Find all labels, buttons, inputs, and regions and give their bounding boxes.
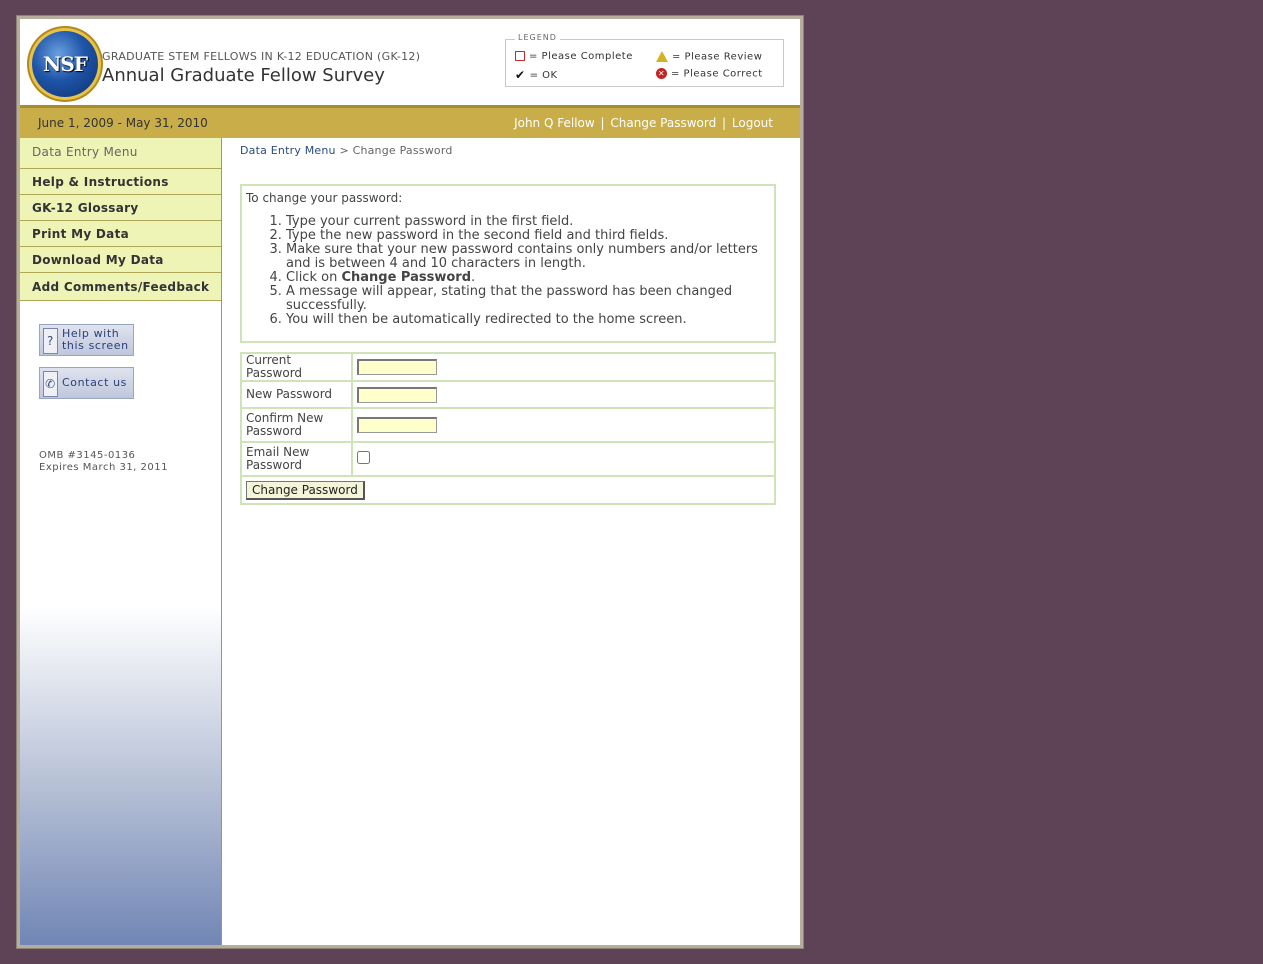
breadcrumb: Data Entry Menu > Change Password — [240, 144, 453, 157]
main-content: Data Entry Menu > Change Password To cha… — [222, 138, 800, 945]
form-cell — [351, 352, 776, 382]
logout-link[interactable]: Logout — [732, 116, 773, 130]
instructions-intro: To change your password: — [246, 191, 403, 205]
new-password-input[interactable] — [357, 386, 437, 403]
instruction-step: You will then be automatically redirecte… — [286, 313, 766, 327]
error-icon: ✕ — [656, 68, 667, 79]
legend-title: LEGEND — [515, 33, 560, 42]
email-password-label: Email New Password — [240, 441, 353, 477]
sidebar-item-comments-feedback[interactable]: Add Comments/Feedback — [20, 273, 221, 301]
contact-us-button[interactable]: ✆ Contact us — [39, 367, 134, 399]
form-row: Current Password — [240, 352, 776, 382]
breadcrumb-current: Change Password — [352, 144, 453, 157]
header: NSF GRADUATE STEM FELLOWS IN K-12 EDUCAT… — [20, 19, 800, 105]
instruction-step: A message will appear, stating that the … — [286, 285, 766, 313]
sidebar-item-data-entry-menu[interactable]: Data Entry Menu — [20, 138, 221, 169]
form-row: Confirm New Password — [240, 407, 776, 443]
empty-box-icon — [515, 51, 525, 61]
help-button-label: Help with this screen — [62, 328, 129, 352]
omb-number: OMB #3145-0136 — [39, 450, 136, 461]
step4-text: Click on — [286, 270, 338, 285]
contact-button-label: Contact us — [62, 376, 127, 389]
legend-please-review: = Please Review — [656, 51, 762, 63]
breadcrumb-data-entry-menu[interactable]: Data Entry Menu — [240, 144, 336, 157]
new-password-label: New Password — [240, 380, 353, 409]
current-password-input[interactable] — [357, 359, 437, 375]
form-row: New Password — [240, 380, 776, 409]
instruction-step: Type your current password in the first … — [286, 215, 766, 229]
program-name: GRADUATE STEM FELLOWS IN K-12 EDUCATION … — [102, 50, 421, 63]
sidebar-item-glossary[interactable]: GK-12 Glossary — [20, 195, 221, 221]
omb-notice: OMB #3145-0136 Expires March 31, 2011 — [39, 450, 168, 474]
sidebar-item-download-data[interactable]: Download My Data — [20, 247, 221, 273]
legend-please-correct: ✕ = Please Correct — [656, 68, 763, 80]
change-password-button[interactable]: Change Password — [246, 480, 365, 500]
user-nav: John Q Fellow | Change Password | Logout — [514, 116, 773, 130]
email-password-checkbox[interactable] — [357, 451, 370, 464]
current-password-label: Current Password — [240, 352, 353, 382]
user-name-link[interactable]: John Q Fellow — [514, 116, 595, 130]
form-row: Change Password — [240, 475, 776, 505]
nav-separator: | — [600, 116, 605, 130]
reporting-period: June 1, 2009 - May 31, 2010 — [38, 116, 208, 130]
form-cell — [351, 441, 776, 477]
confirm-password-label: Confirm New Password — [240, 407, 353, 443]
checkmark-icon: ✔ — [515, 68, 526, 82]
form-cell — [351, 380, 776, 409]
confirm-password-input[interactable] — [357, 417, 437, 433]
page: NSF GRADUATE STEM FELLOWS IN K-12 EDUCAT… — [20, 19, 800, 945]
form-cell — [351, 407, 776, 443]
change-password-link[interactable]: Change Password — [610, 116, 716, 130]
page-title: Annual Graduate Fellow Survey — [102, 65, 385, 86]
breadcrumb-separator: > — [339, 144, 349, 157]
nav-separator: | — [722, 116, 727, 130]
legend-please-correct-label: = Please Correct — [671, 68, 763, 80]
instruction-step: Make sure that your new password contain… — [286, 243, 766, 271]
instruction-step: Type the new password in the second fiel… — [286, 229, 766, 243]
instructions-box: To change your password: Type your curre… — [240, 184, 776, 343]
instruction-step: Click on Change Password. — [286, 271, 766, 285]
phone-icon: ✆ — [43, 371, 58, 397]
legend-please-complete-label: = Please Complete — [529, 51, 633, 62]
help-line-2: this screen — [62, 339, 129, 352]
legend-ok-label: = OK — [529, 70, 558, 81]
form-submit-cell: Change Password — [240, 475, 776, 505]
help-with-screen-button[interactable]: ? Help with this screen — [39, 324, 134, 356]
logo-text: NSF — [43, 52, 88, 76]
sidebar-item-help-instructions[interactable]: Help & Instructions — [20, 169, 221, 195]
sidebar: Data Entry Menu Help & Instructions GK-1… — [20, 138, 222, 945]
legend: LEGEND = Please Complete ✔ = OK = Please … — [505, 33, 784, 87]
legend-please-complete: = Please Complete — [515, 51, 633, 62]
form-row: Email New Password — [240, 441, 776, 477]
warning-icon — [656, 51, 668, 62]
question-icon: ? — [43, 328, 58, 354]
legend-please-review-label: = Please Review — [672, 51, 763, 63]
omb-expiration: Expires March 31, 2011 — [39, 462, 168, 473]
instructions-list: Type your current password in the first … — [246, 215, 766, 327]
page-frame: NSF GRADUATE STEM FELLOWS IN K-12 EDUCAT… — [16, 15, 804, 949]
sidebar-item-print-data[interactable]: Print My Data — [20, 221, 221, 247]
top-bar: June 1, 2009 - May 31, 2010 John Q Fello… — [20, 105, 800, 138]
legend-ok: ✔ = OK — [515, 68, 558, 82]
step4-bold: Change Password — [341, 270, 472, 285]
nsf-logo: NSF — [32, 31, 98, 97]
change-password-form: Current Password New Password Confirm Ne… — [240, 352, 776, 505]
step4-end: . — [471, 270, 476, 285]
